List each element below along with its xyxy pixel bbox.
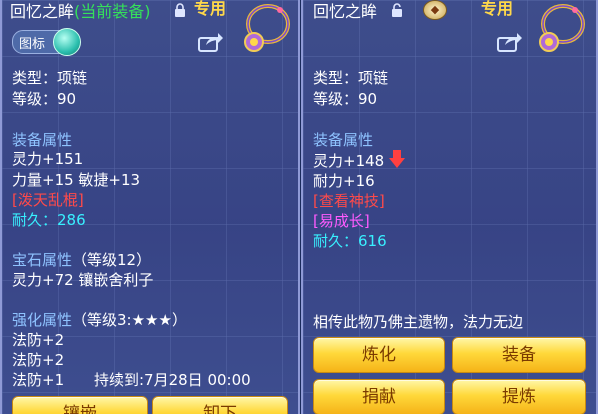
share-icon[interactable] (497, 32, 523, 52)
right-durability: 耐久：616 (313, 231, 387, 251)
left-level: 等级：90 (12, 90, 77, 108)
icon-toggle[interactable]: 图标 (12, 28, 81, 56)
donate-button[interactable]: 捐献 (313, 379, 445, 414)
gem-level: （等级12） (72, 251, 152, 269)
gem-attr-line: 灵力+72 镶嵌舍利子 (12, 271, 154, 289)
right-equip-attr-header: 装备属性 (313, 131, 374, 149)
right-attr-1: 灵力+148 (313, 152, 385, 170)
forge-attr-2: 法防+2 (12, 351, 65, 369)
lock-open-icon[interactable] (391, 3, 403, 17)
left-forge-header-line: 强化属性（等级3:★★★） (12, 310, 187, 330)
left-type: 类型：项链 (12, 69, 88, 87)
left-gem-header-line: 宝石属性（等级12） (12, 250, 151, 270)
equip-button[interactable]: 装备 (452, 337, 586, 373)
gem-attr-header: 宝石属性 (12, 251, 73, 269)
item-description: 相传此物乃佛主遗物，法力无边 (313, 313, 524, 331)
right-item-tooltip: 回忆之眸 ◆ 专用 类型：项链 等级：90 装备属性 灵力+148 耐力+16 … (301, 0, 598, 414)
left-durability: 耐久：286 (12, 210, 86, 230)
durability-value: 286 (57, 211, 86, 229)
current-equipped-label: (当前装备) (74, 2, 151, 21)
forge-level: （等级3:★★★） (72, 311, 187, 329)
exclusive-tag: 专用 (194, 0, 227, 18)
right-type: 类型：项链 (313, 69, 389, 87)
durability-label: 耐久： (313, 232, 359, 250)
durability-label: 耐久： (12, 211, 58, 229)
extract-button[interactable]: 提炼 (452, 379, 586, 414)
easy-growth-tag: [易成长] (313, 212, 370, 230)
toggle-knob-icon (53, 28, 81, 56)
icon-toggle-label: 图标 (19, 37, 46, 52)
forge-attr-3: 法防+1 (12, 371, 65, 389)
inlay-button[interactable]: 镶嵌 (12, 396, 148, 414)
value-badge-icon: ◆ (423, 0, 447, 20)
left-equip-attr-header: 装备属性 (12, 131, 73, 149)
left-attr-1: 灵力+151 (12, 150, 84, 168)
durability-value: 616 (358, 232, 387, 250)
necklace-ornament-icon (539, 4, 585, 52)
arrow-down-icon (389, 150, 405, 168)
right-item-name: 回忆之眸 (313, 2, 378, 21)
left-attr-2: 力量+15 敏捷+13 (12, 171, 141, 189)
right-level: 等级：90 (313, 90, 378, 108)
lock-closed-icon[interactable] (174, 3, 186, 17)
check-divine-skill-link[interactable]: [查看神技] (313, 191, 385, 211)
forge-attr-1: 法防+2 (12, 331, 65, 349)
left-item-name: 回忆之眸(当前装备) (10, 2, 151, 21)
refine-button[interactable]: 炼化 (313, 337, 445, 373)
share-icon[interactable] (198, 32, 224, 52)
necklace-ornament-icon (244, 4, 290, 52)
left-special-skill: [泼天乱棍] (12, 191, 84, 209)
exclusive-tag: 专用 (481, 0, 514, 18)
right-attr-2: 耐力+16 (313, 172, 375, 190)
unequip-button[interactable]: 卸下 (152, 396, 288, 414)
left-item-tooltip: 回忆之眸(当前装备) 专用 图标 类型：项链 等级：90 装备属性 灵力+151… (0, 0, 300, 414)
forge-attr-header: 强化属性 (12, 311, 73, 329)
forge-duration: 持续到:7月28日 00:00 (94, 371, 251, 389)
